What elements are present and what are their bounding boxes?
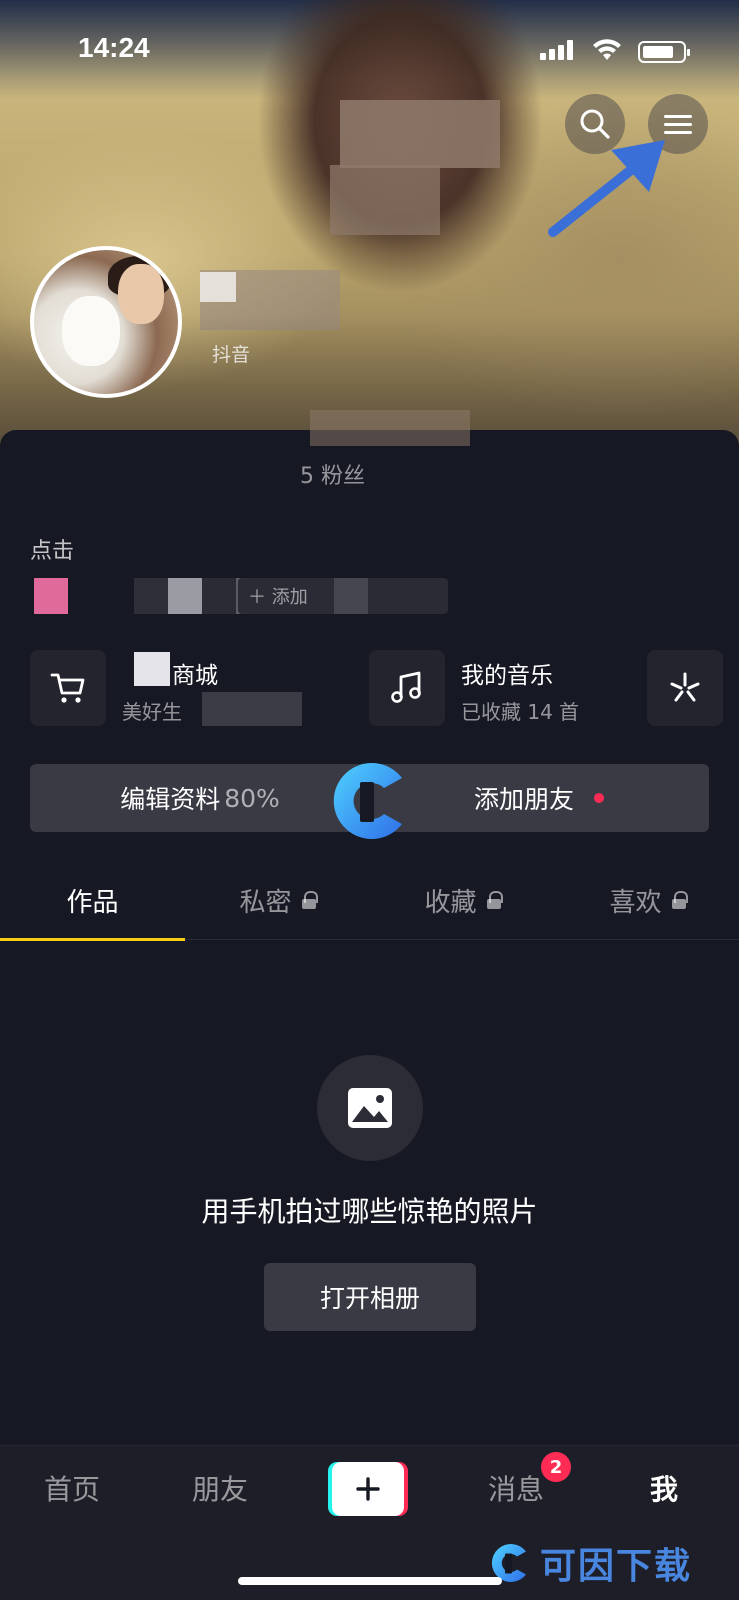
edit-profile-label: 编辑资料 bbox=[120, 785, 221, 814]
mosaic-censor-block bbox=[202, 692, 302, 726]
notification-dot bbox=[594, 793, 604, 803]
wifi-icon bbox=[593, 39, 621, 60]
battery-icon bbox=[638, 41, 690, 63]
tab-label: 喜欢 bbox=[609, 887, 662, 918]
tab-label: 私密 bbox=[239, 887, 292, 918]
cart-icon bbox=[50, 673, 85, 703]
tab-private[interactable]: 私密 bbox=[185, 860, 370, 940]
open-album-button[interactable]: 打开相册 bbox=[264, 1263, 476, 1331]
create-button[interactable] bbox=[328, 1462, 408, 1516]
status-time: 14:24 bbox=[78, 32, 150, 63]
nav-me[interactable]: 我 bbox=[650, 1468, 678, 1508]
add-friends-label: 添加朋友 bbox=[473, 785, 574, 814]
edit-profile-button[interactable]: 编辑资料 80% bbox=[30, 764, 370, 832]
tab-works[interactable]: 作品 bbox=[0, 860, 185, 941]
mosaic-censor-block bbox=[134, 652, 170, 686]
tag-censored bbox=[134, 578, 168, 614]
feature-more[interactable] bbox=[647, 650, 723, 726]
edit-profile-progress: 80% bbox=[224, 783, 280, 813]
image-icon bbox=[348, 1088, 392, 1128]
cellular-signal-icon bbox=[540, 40, 580, 60]
nav-messages[interactable]: 消息 bbox=[488, 1468, 544, 1508]
tab-likes[interactable]: 喜欢 bbox=[555, 860, 739, 940]
feature-subtitle: 美好生 bbox=[122, 700, 182, 724]
mosaic-censor-block bbox=[310, 410, 470, 446]
tab-label: 收藏 bbox=[424, 887, 477, 918]
tab-favorites[interactable]: 收藏 bbox=[370, 860, 555, 940]
feature-title: 商城 bbox=[172, 663, 218, 689]
tag-censored bbox=[334, 578, 368, 614]
tag-censored bbox=[202, 578, 236, 614]
watermark-logo-icon bbox=[333, 763, 402, 839]
watermark-brand: 可因下载 bbox=[486, 1535, 692, 1591]
feature-subtitle: 已收藏 14 首 bbox=[461, 700, 580, 724]
avatar[interactable] bbox=[30, 246, 182, 398]
nav-friends[interactable]: 朋友 bbox=[192, 1468, 248, 1508]
empty-state-message: 用手机拍过哪些惊艳的照片 bbox=[201, 1195, 538, 1228]
sparkle-icon bbox=[670, 672, 700, 702]
tag-censored bbox=[168, 578, 202, 614]
fans-count[interactable]: 5 粉丝 bbox=[300, 458, 365, 490]
open-album-label: 打开相册 bbox=[319, 1284, 420, 1313]
tag-censored bbox=[34, 578, 68, 614]
messages-badge: 2 bbox=[541, 1452, 571, 1482]
feature-my-music[interactable]: 我的音乐 已收藏 14 首 bbox=[369, 650, 609, 726]
plus-icon bbox=[356, 1477, 380, 1501]
lock-icon bbox=[486, 891, 503, 909]
feature-title: 我的音乐 bbox=[461, 663, 553, 689]
add-tag-label: ＋ 添加 bbox=[248, 587, 308, 608]
add-friends-button[interactable]: 添加朋友 bbox=[369, 764, 709, 832]
empty-state-icon-circle bbox=[317, 1055, 423, 1161]
bio-text[interactable]: 点击 bbox=[30, 533, 74, 565]
status-bar: 14:24 bbox=[0, 28, 739, 68]
active-tab-indicator bbox=[0, 938, 185, 941]
tab-label: 作品 bbox=[66, 887, 119, 918]
nav-home[interactable]: 首页 bbox=[44, 1468, 100, 1508]
account-id-label: 抖音 bbox=[212, 344, 251, 366]
watermark-text: 可因下载 bbox=[540, 1546, 693, 1587]
home-indicator bbox=[238, 1577, 502, 1585]
lock-icon bbox=[301, 891, 318, 909]
content-tabs: 作品 私密 收藏 喜欢 bbox=[0, 860, 739, 941]
annotation-arrow bbox=[548, 140, 665, 237]
feature-shop[interactable]: 商城 美好生 bbox=[30, 650, 330, 726]
lock-icon bbox=[671, 891, 688, 909]
music-note-icon bbox=[391, 671, 421, 703]
